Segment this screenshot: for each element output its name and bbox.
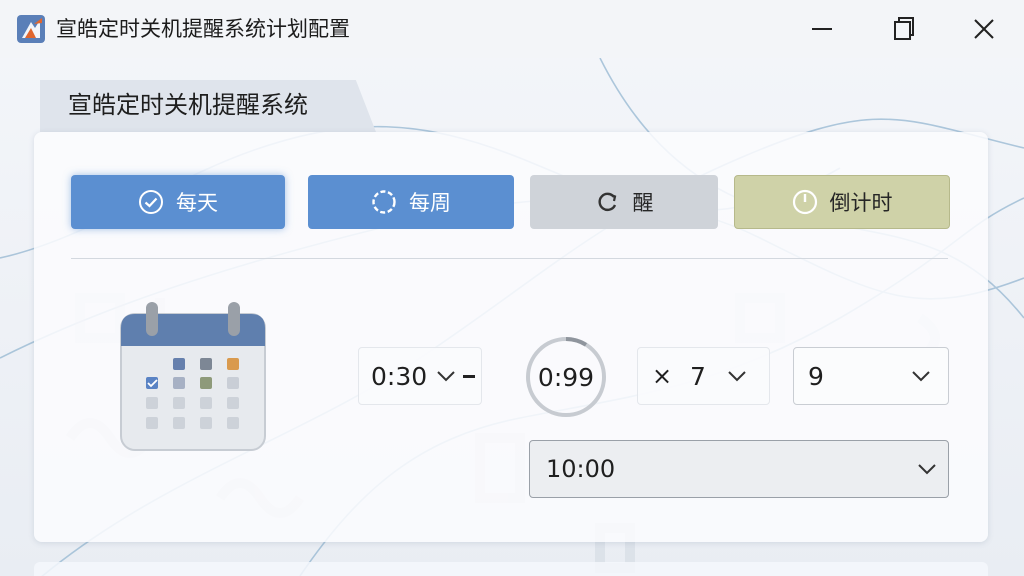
dash-icon: [463, 374, 475, 378]
title-bar: 宣皓定时关机提醒系统计划配置: [0, 0, 1024, 58]
app-heading: 宣皓定时关机提醒系统: [68, 91, 308, 119]
secondary-panel-edge: [34, 562, 988, 576]
mode-daily-button[interactable]: 每天: [71, 175, 285, 229]
repeat-select[interactable]: × 7: [637, 347, 770, 405]
mode-remind-label: 醒: [632, 191, 654, 215]
mode-weekly-label: 每周: [409, 191, 451, 215]
count-select[interactable]: 9: [793, 347, 949, 405]
minimize-button[interactable]: [802, 9, 842, 49]
window-title: 宣皓定时关机提醒系统计划配置: [56, 17, 350, 41]
divider: [71, 258, 948, 259]
time-select[interactable]: 10:00: [529, 440, 949, 498]
minimize-icon: [812, 28, 832, 30]
time-select-value: 10:00: [546, 455, 616, 483]
power-icon: [792, 189, 818, 215]
hour-select[interactable]: 0:30: [358, 347, 482, 405]
hour-select-value: 0:30: [371, 361, 428, 391]
app-logo-icon: [16, 14, 46, 44]
mode-weekly-button[interactable]: 每周: [308, 175, 514, 229]
refresh-icon: [595, 189, 621, 215]
close-button[interactable]: [964, 9, 1004, 49]
chevron-down-icon: [726, 365, 748, 387]
mode-remind-button[interactable]: 醒: [530, 175, 718, 229]
close-icon: [974, 19, 994, 39]
chevron-down-icon: [910, 365, 932, 387]
mode-daily-label: 每天: [176, 191, 218, 215]
restore-button[interactable]: [884, 9, 924, 49]
spinner-icon: [371, 189, 397, 215]
calendar-icon: [118, 300, 268, 452]
multiply-label: ×: [652, 362, 673, 390]
repeat-select-value: 7: [690, 361, 706, 391]
restore-icon: [894, 17, 914, 40]
mode-countdown-label: 倒计时: [829, 191, 893, 215]
mode-countdown-button[interactable]: 倒计时: [734, 175, 950, 229]
count-select-value: 9: [808, 361, 824, 391]
timer-value: 0:99: [537, 362, 595, 392]
chevron-down-icon: [916, 458, 938, 480]
check-circle-icon: [138, 189, 164, 215]
chevron-down-icon: [435, 365, 457, 387]
